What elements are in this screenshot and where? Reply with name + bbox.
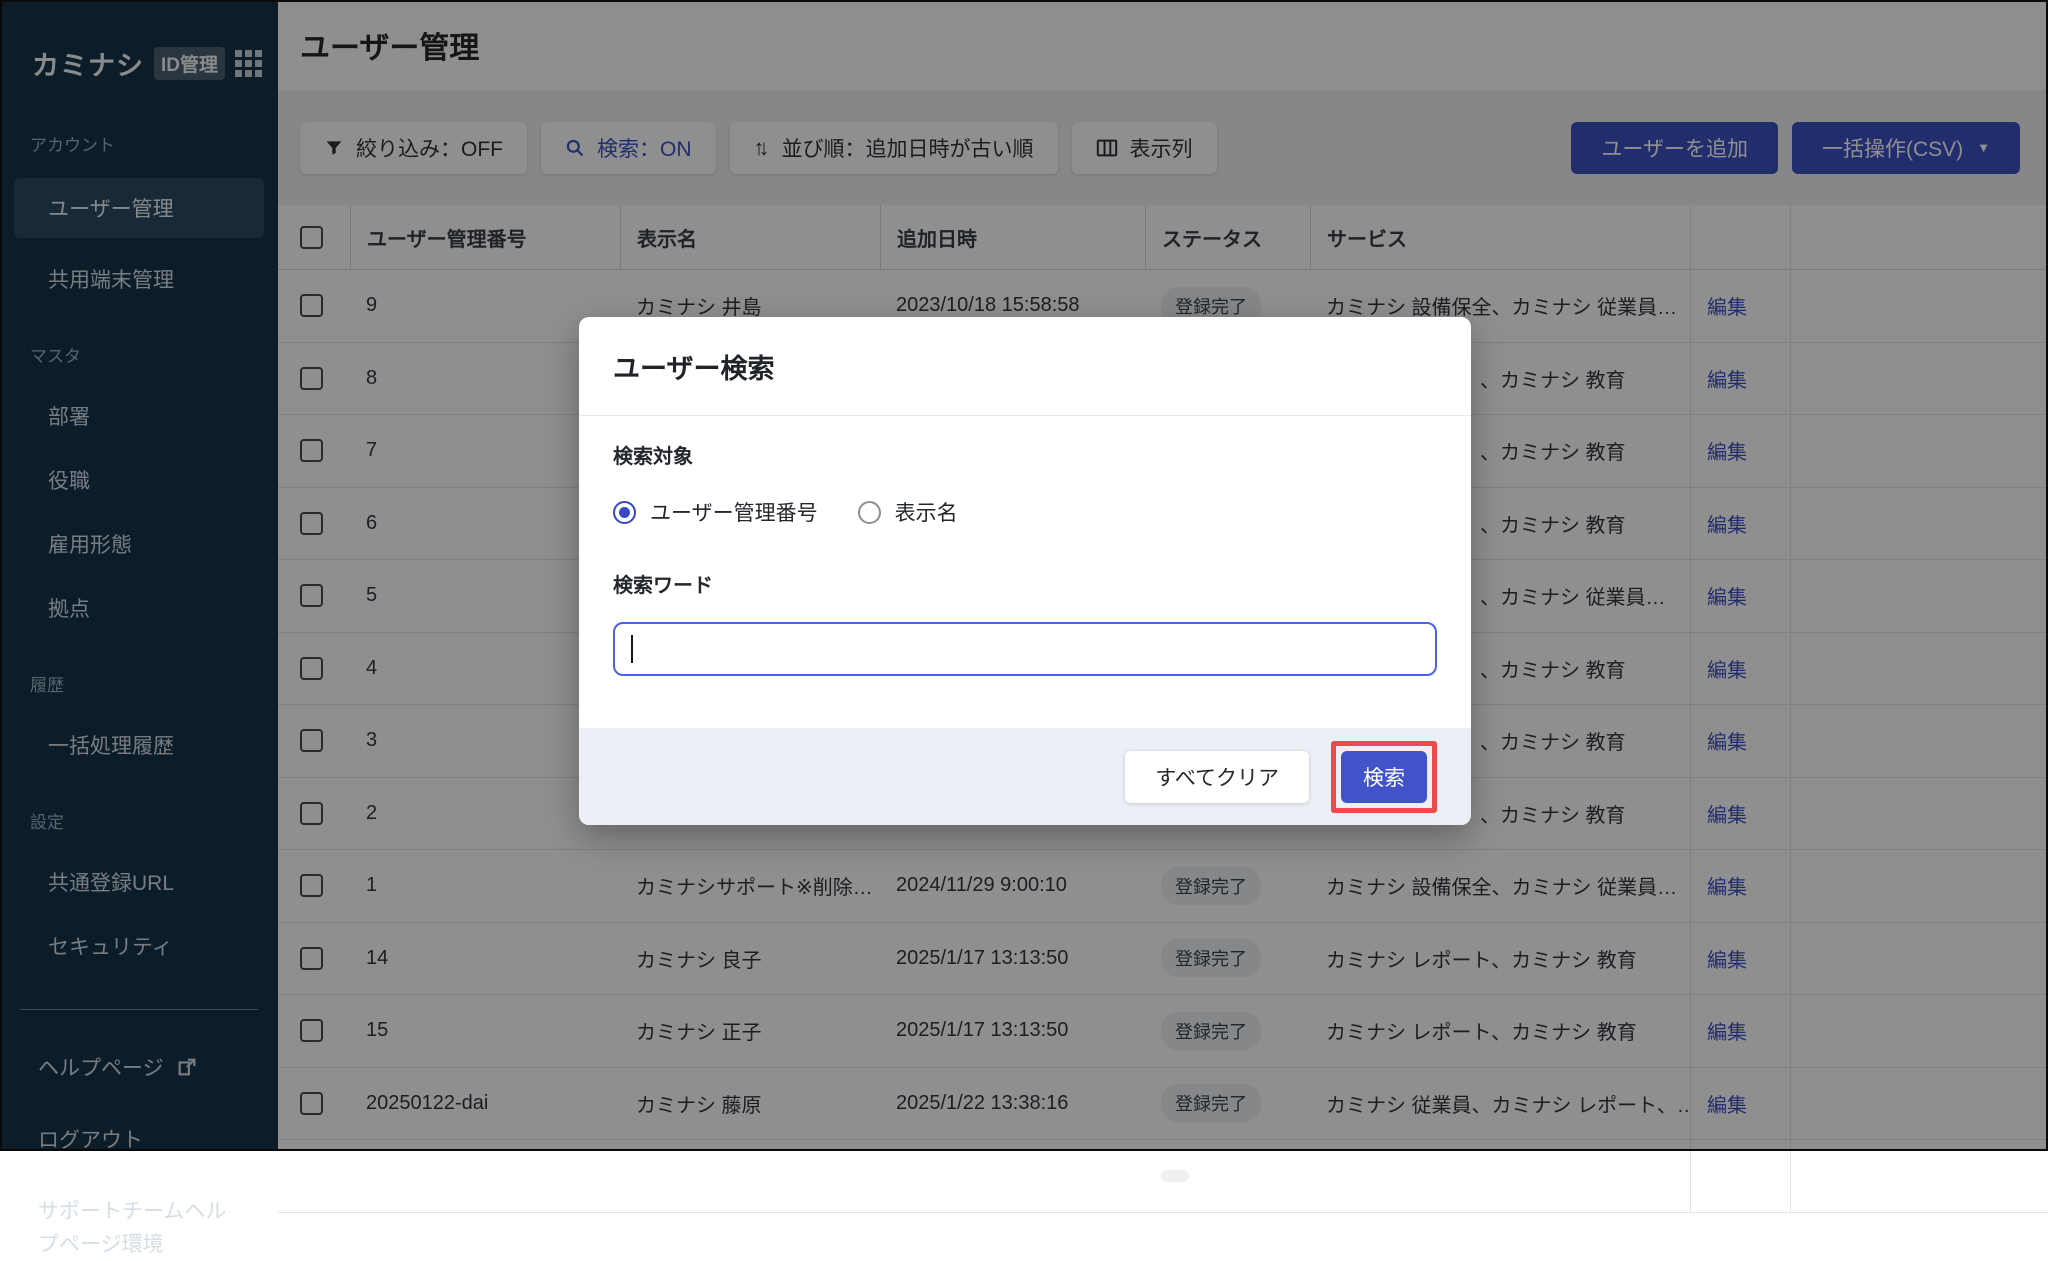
radio-option-user-id-label: ユーザー管理番号 xyxy=(650,497,818,527)
radio-selected-icon[interactable] xyxy=(613,501,636,524)
radio-option-display-name[interactable]: 表示名 xyxy=(858,497,958,527)
search-submit-button[interactable]: 検索 xyxy=(1341,751,1427,803)
modal-body: 検索対象 ユーザー管理番号 表示名 検索ワード xyxy=(579,416,1471,676)
radio-option-user-id[interactable]: ユーザー管理番号 xyxy=(613,497,818,527)
keyword-input[interactable] xyxy=(613,622,1437,676)
modal-title: ユーザー検索 xyxy=(613,347,774,386)
search-target-radio-group: ユーザー管理番号 表示名 xyxy=(613,497,1437,527)
user-search-modal: ユーザー検索 検索対象 ユーザー管理番号 表示名 検索ワード すべてクリア 検索 xyxy=(579,317,1471,825)
sidebar-link-support-team-help[interactable]: サポートチームヘルプページ環境 xyxy=(0,1196,230,1261)
modal-footer: すべてクリア 検索 xyxy=(579,728,1471,825)
radio-unselected-icon[interactable] xyxy=(858,501,881,524)
modal-header: ユーザー検索 xyxy=(579,317,1471,416)
click-annotation-box: 検索 xyxy=(1331,741,1437,813)
text-cursor xyxy=(631,635,633,663)
status-badge xyxy=(1161,1170,1189,1182)
keyword-label: 検索ワード xyxy=(613,569,1437,598)
radio-option-display-name-label: 表示名 xyxy=(895,497,958,527)
search-target-label: 検索対象 xyxy=(613,440,1437,469)
clear-all-button[interactable]: すべてクリア xyxy=(1125,751,1309,803)
